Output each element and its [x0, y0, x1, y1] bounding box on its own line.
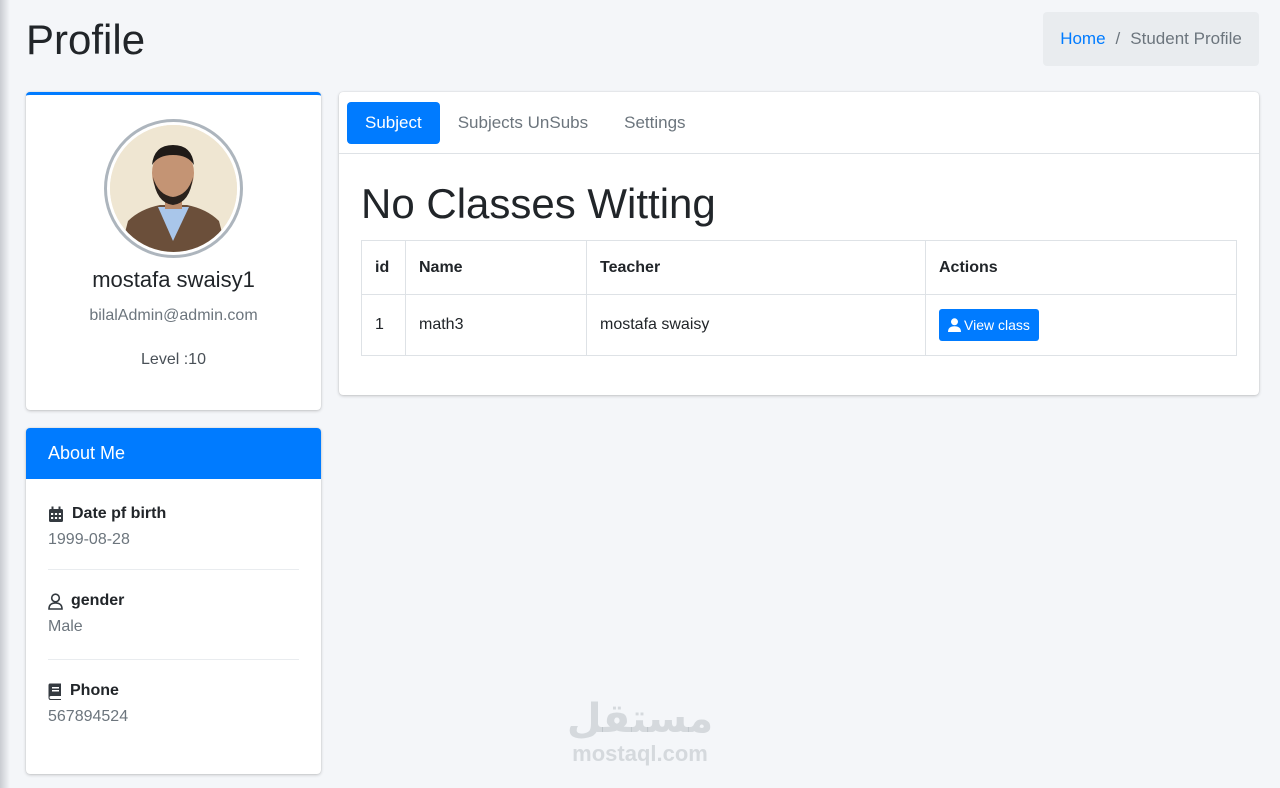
table-cell-actions: View class [925, 294, 1237, 356]
main-heading: No Classes Witting [361, 180, 716, 227]
tab-settings[interactable]: Settings [606, 102, 703, 144]
table-header-teacher: Teacher [586, 240, 926, 295]
page-title: Profile [26, 16, 146, 63]
breadcrumb-current: Student Profile [1130, 29, 1242, 48]
about-item-gender: gender Male [48, 569, 299, 659]
table-header-row: id Name Teacher Actions [361, 240, 1237, 295]
profile-card: mostafa swaisy1 bilalAdmin@admin.com Lev… [26, 92, 321, 410]
profile-name: mostafa swaisy1 [92, 267, 255, 292]
table-row: 1 math3 mostafa swaisy View class [361, 294, 1237, 356]
table-header-actions: Actions [925, 240, 1237, 295]
book-icon [48, 683, 61, 700]
user-icon [48, 592, 63, 610]
view-class-button[interactable]: View class [939, 309, 1039, 341]
breadcrumb: Home / Student Profile [1043, 12, 1259, 66]
watermark-latin: mostaql.com [572, 741, 708, 766]
watermark: مستقل mostaql.com [560, 696, 720, 766]
breadcrumb-separator: / [1115, 29, 1121, 48]
avatar [104, 119, 243, 258]
tab-subjects-unsubs[interactable]: Subjects UnSubs [440, 102, 606, 144]
profile-email: bilalAdmin@admin.com [89, 307, 258, 324]
profile-level: Level :10 [141, 351, 206, 368]
about-item-phone: Phone 567894524 [48, 659, 299, 749]
about-value-phone: 567894524 [48, 708, 129, 725]
about-value-gender: Male [48, 618, 83, 635]
table-header-id: id [361, 240, 406, 295]
about-item-birth-date: Date pf birth 1999-08-28 [48, 479, 299, 569]
avatar-photo [110, 125, 237, 252]
tab-bar: Subject Subjects UnSubs Settings [339, 92, 1259, 154]
about-label-gender: gender [71, 592, 125, 609]
tab-subject[interactable]: Subject [347, 101, 440, 144]
about-me-header: About Me [26, 428, 321, 479]
about-value-birth-date: 1999-08-28 [48, 531, 130, 548]
watermark-arabic: مستقل [566, 696, 714, 742]
about-label-phone: Phone [70, 682, 119, 699]
table-cell-name: math3 [405, 294, 587, 356]
table-cell-teacher: mostafa swaisy [586, 294, 926, 356]
calendar-icon [49, 506, 63, 522]
classes-table: id Name Teacher Actions 1 math3 mostafa … [361, 240, 1237, 356]
about-label-birth-date: Date pf birth [72, 505, 167, 522]
about-me-card: About Me Date pf birth 1999-08-28 gender… [26, 428, 321, 774]
user-solid-icon [948, 318, 961, 332]
main-card: Subject Subjects UnSubs Settings No Clas… [339, 92, 1259, 395]
table-header-name: Name [405, 240, 587, 295]
left-edge-shadow [0, 0, 10, 788]
table-cell-id: 1 [361, 294, 406, 356]
breadcrumb-home-link[interactable]: Home [1060, 29, 1105, 49]
view-class-label: View class [964, 317, 1030, 333]
